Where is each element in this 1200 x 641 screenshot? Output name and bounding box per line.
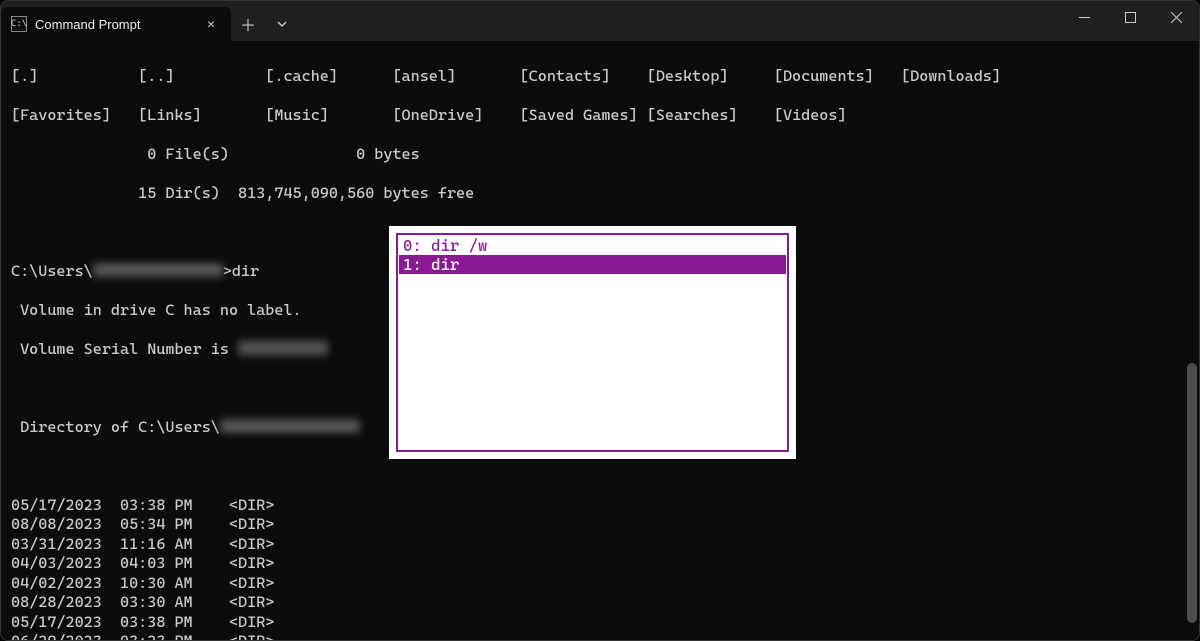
command-history-popup[interactable]: 0: dir /w1: dir xyxy=(389,226,796,459)
scrollbar-thumb[interactable] xyxy=(1187,363,1197,623)
redacted-username xyxy=(93,263,223,277)
redacted-serial xyxy=(238,341,328,355)
summary-dirs: 15 Dir(s) 813,745,090,560 bytes free xyxy=(11,184,1199,204)
dir-listing: 05/17/2023 03:38 PM <DIR> 08/08/2023 05:… xyxy=(11,496,1199,641)
dir-entry: 06/29/2023 03:23 PM <DIR> xyxy=(11,632,1199,641)
blank xyxy=(11,457,1199,477)
tab-dropdown-button[interactable] xyxy=(265,7,299,41)
history-item[interactable]: 0: dir /w xyxy=(399,236,786,255)
command-history-list: 0: dir /w1: dir xyxy=(396,233,789,452)
dir-wide-row-1: [.] [..] [.cache] [ansel] [Contacts] [De… xyxy=(11,67,1199,87)
maximize-button[interactable] xyxy=(1107,1,1153,33)
dir-entry: 04/03/2023 04:03 PM <DIR> xyxy=(11,554,1199,574)
tab-strip: C:\ Command Prompt ✕ ＋ xyxy=(1,1,299,41)
maximize-icon xyxy=(1125,12,1136,23)
history-item[interactable]: 1: dir xyxy=(399,255,786,274)
scrollbar[interactable] xyxy=(1187,43,1197,631)
cmd-icon: C:\ xyxy=(11,16,27,32)
dir-entry: 05/17/2023 03:38 PM <DIR> xyxy=(11,613,1199,633)
tab-command-prompt[interactable]: C:\ Command Prompt ✕ xyxy=(1,7,231,41)
close-icon xyxy=(1171,12,1182,23)
terminal-window: C:\ Command Prompt ✕ ＋ [.] [..] [.cach xyxy=(0,0,1200,641)
redacted-username xyxy=(220,419,360,433)
dir-entry: 03/31/2023 11:16 AM <DIR> xyxy=(11,535,1199,555)
minimize-icon xyxy=(1079,12,1090,23)
summary-files: 0 File(s) 0 bytes xyxy=(11,145,1199,165)
volume-serial-prefix: Volume Serial Number is xyxy=(11,340,238,358)
window-controls xyxy=(1061,1,1199,41)
tab-title: Command Prompt xyxy=(35,17,140,32)
chevron-down-icon xyxy=(277,21,287,27)
directory-of-prefix: Directory of C:\Users\ xyxy=(11,418,220,436)
prompt-prefix: C:\Users\ xyxy=(11,262,93,280)
prompt-command: >dir xyxy=(223,262,259,280)
titlebar: C:\ Command Prompt ✕ ＋ xyxy=(1,1,1199,41)
close-window-button[interactable] xyxy=(1153,1,1199,33)
dir-entry: 08/28/2023 03:30 AM <DIR> xyxy=(11,593,1199,613)
dir-wide-row-2: [Favorites] [Links] [Music] [OneDrive] [… xyxy=(11,106,1199,126)
dir-entry: 05/17/2023 03:38 PM <DIR> xyxy=(11,496,1199,516)
dir-entry: 04/02/2023 10:30 AM <DIR> xyxy=(11,574,1199,594)
dir-entry: 08/08/2023 05:34 PM <DIR> xyxy=(11,515,1199,535)
close-tab-button[interactable]: ✕ xyxy=(201,14,221,34)
new-tab-button[interactable]: ＋ xyxy=(231,7,265,41)
minimize-button[interactable] xyxy=(1061,1,1107,33)
